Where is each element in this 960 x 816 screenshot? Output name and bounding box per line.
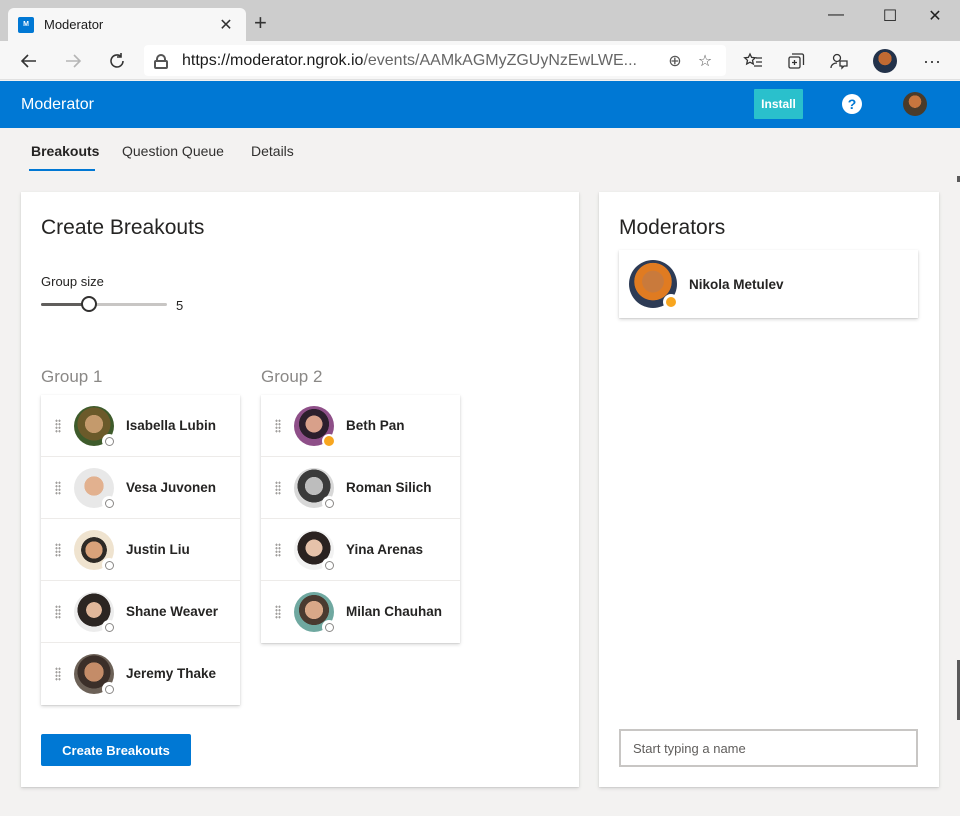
group-2-title: Group 2 bbox=[261, 367, 323, 386]
presence-offline-icon bbox=[102, 682, 116, 696]
create-breakouts-card: Create Breakouts Group size 5 Group 1 Is… bbox=[21, 192, 579, 787]
minimize-icon[interactable]: — bbox=[821, 6, 851, 24]
list-item[interactable]: Yina Arenas bbox=[261, 519, 460, 581]
list-item[interactable]: Vesa Juvonen bbox=[41, 457, 240, 519]
moderator-item[interactable]: Nikola Metulev bbox=[619, 250, 918, 318]
drag-handle-icon[interactable] bbox=[275, 481, 281, 495]
member-name: Shane Weaver bbox=[126, 604, 219, 619]
drag-handle-icon[interactable] bbox=[55, 543, 61, 557]
refresh-icon[interactable] bbox=[105, 49, 129, 73]
install-button[interactable]: Install bbox=[754, 89, 803, 119]
presence-away-icon bbox=[322, 434, 336, 448]
group-size-slider[interactable] bbox=[41, 296, 167, 312]
list-item[interactable]: Milan Chauhan bbox=[261, 581, 460, 643]
avatar bbox=[74, 406, 116, 448]
member-name: Justin Liu bbox=[126, 542, 190, 557]
back-arrow-icon[interactable] bbox=[17, 49, 41, 73]
close-tab-icon[interactable]: ✕ bbox=[216, 15, 236, 35]
list-item[interactable]: Isabella Lubin bbox=[41, 395, 240, 457]
member-name: Vesa Juvonen bbox=[126, 480, 217, 495]
member-name: Isabella Lubin bbox=[126, 418, 217, 433]
feedback-icon[interactable] bbox=[827, 49, 851, 73]
avatar bbox=[74, 654, 116, 696]
list-item[interactable]: Shane Weaver bbox=[41, 581, 240, 643]
group-size-label: Group size bbox=[41, 274, 104, 289]
browser-tab[interactable]: M Moderator ✕ bbox=[8, 8, 246, 41]
group-1-title: Group 1 bbox=[41, 367, 103, 386]
avatar bbox=[74, 468, 116, 510]
tab-breakouts[interactable]: Breakouts bbox=[31, 143, 99, 159]
app-favicon-icon: M bbox=[18, 16, 34, 33]
avatar bbox=[294, 530, 336, 572]
maximize-icon[interactable]: ☐ bbox=[875, 6, 905, 26]
tab-question-queue[interactable]: Question Queue bbox=[122, 143, 224, 159]
url-text[interactable]: https://moderator.ngrok.io/events/AAMkAG… bbox=[182, 52, 656, 70]
moderators-card: Moderators Nikola Metulev bbox=[599, 192, 939, 787]
presence-offline-icon bbox=[322, 620, 336, 634]
favorites-icon[interactable] bbox=[741, 49, 765, 73]
drag-handle-icon[interactable] bbox=[275, 543, 281, 557]
drag-handle-icon[interactable] bbox=[55, 419, 61, 433]
avatar bbox=[629, 260, 679, 310]
drag-handle-icon[interactable] bbox=[55, 605, 61, 619]
presence-offline-icon bbox=[102, 434, 116, 448]
forward-arrow-icon[interactable] bbox=[61, 49, 85, 73]
active-tab-indicator bbox=[29, 169, 95, 171]
drag-handle-icon[interactable] bbox=[275, 605, 281, 619]
list-item[interactable]: Beth Pan bbox=[261, 395, 460, 457]
new-tab-icon[interactable]: + bbox=[254, 12, 267, 34]
browser-navbar: https://moderator.ngrok.io/events/AAMkAG… bbox=[0, 41, 960, 80]
avatar bbox=[294, 406, 336, 448]
create-breakouts-title: Create Breakouts bbox=[41, 216, 205, 239]
moderator-name: Nikola Metulev bbox=[689, 277, 784, 292]
moderator-search-input[interactable] bbox=[619, 729, 918, 767]
drag-handle-icon[interactable] bbox=[275, 419, 281, 433]
tab-details[interactable]: Details bbox=[251, 143, 294, 159]
lock-icon[interactable] bbox=[154, 53, 168, 69]
presence-away-icon bbox=[663, 294, 679, 310]
close-window-icon[interactable]: ✕ bbox=[920, 6, 950, 26]
list-item[interactable]: Justin Liu bbox=[41, 519, 240, 581]
moderators-title: Moderators bbox=[619, 216, 726, 239]
presence-offline-icon bbox=[102, 620, 116, 634]
presence-offline-icon bbox=[322, 558, 336, 572]
create-breakouts-button[interactable]: Create Breakouts bbox=[41, 734, 191, 766]
help-icon[interactable]: ? bbox=[842, 94, 862, 114]
avatar bbox=[294, 592, 336, 634]
address-bar[interactable]: https://moderator.ngrok.io/events/AAMkAG… bbox=[144, 45, 726, 76]
browser-tabstrip: M Moderator ✕ + — ☐ ✕ bbox=[0, 0, 960, 41]
drag-handle-icon[interactable] bbox=[55, 667, 61, 681]
group-1-list: Isabella Lubin Vesa Juvonen Justin Liu S… bbox=[41, 395, 240, 705]
list-item[interactable]: Roman Silich bbox=[261, 457, 460, 519]
user-avatar[interactable] bbox=[903, 92, 927, 116]
drag-handle-icon[interactable] bbox=[55, 481, 61, 495]
collections-icon[interactable] bbox=[784, 49, 808, 73]
star-icon[interactable]: ☆ bbox=[694, 51, 716, 71]
member-name: Beth Pan bbox=[346, 418, 405, 433]
browser-tab-title: Moderator bbox=[44, 17, 104, 32]
avatar bbox=[294, 468, 336, 510]
page-tabs: Breakouts Question Queue Details bbox=[0, 128, 960, 174]
browser-profile-avatar[interactable] bbox=[873, 49, 897, 73]
app-header: Moderator Install ? bbox=[0, 81, 960, 128]
avatar bbox=[74, 530, 116, 572]
member-name: Roman Silich bbox=[346, 480, 432, 495]
app-title: Moderator bbox=[21, 96, 94, 113]
avatar bbox=[74, 592, 116, 634]
slider-thumb[interactable] bbox=[80, 296, 97, 312]
presence-offline-icon bbox=[322, 496, 336, 510]
add-circle-icon[interactable]: ⊕ bbox=[664, 51, 686, 71]
group-2-list: Beth Pan Roman Silich Yina Arenas Milan … bbox=[261, 395, 460, 643]
group-size-value: 5 bbox=[176, 298, 184, 313]
more-icon[interactable]: ··· bbox=[920, 49, 944, 73]
presence-offline-icon bbox=[102, 558, 116, 572]
presence-offline-icon bbox=[102, 496, 116, 510]
member-name: Yina Arenas bbox=[346, 542, 424, 557]
list-item[interactable]: Jeremy Thake bbox=[41, 643, 240, 705]
member-name: Milan Chauhan bbox=[346, 604, 443, 619]
member-name: Jeremy Thake bbox=[126, 666, 217, 681]
